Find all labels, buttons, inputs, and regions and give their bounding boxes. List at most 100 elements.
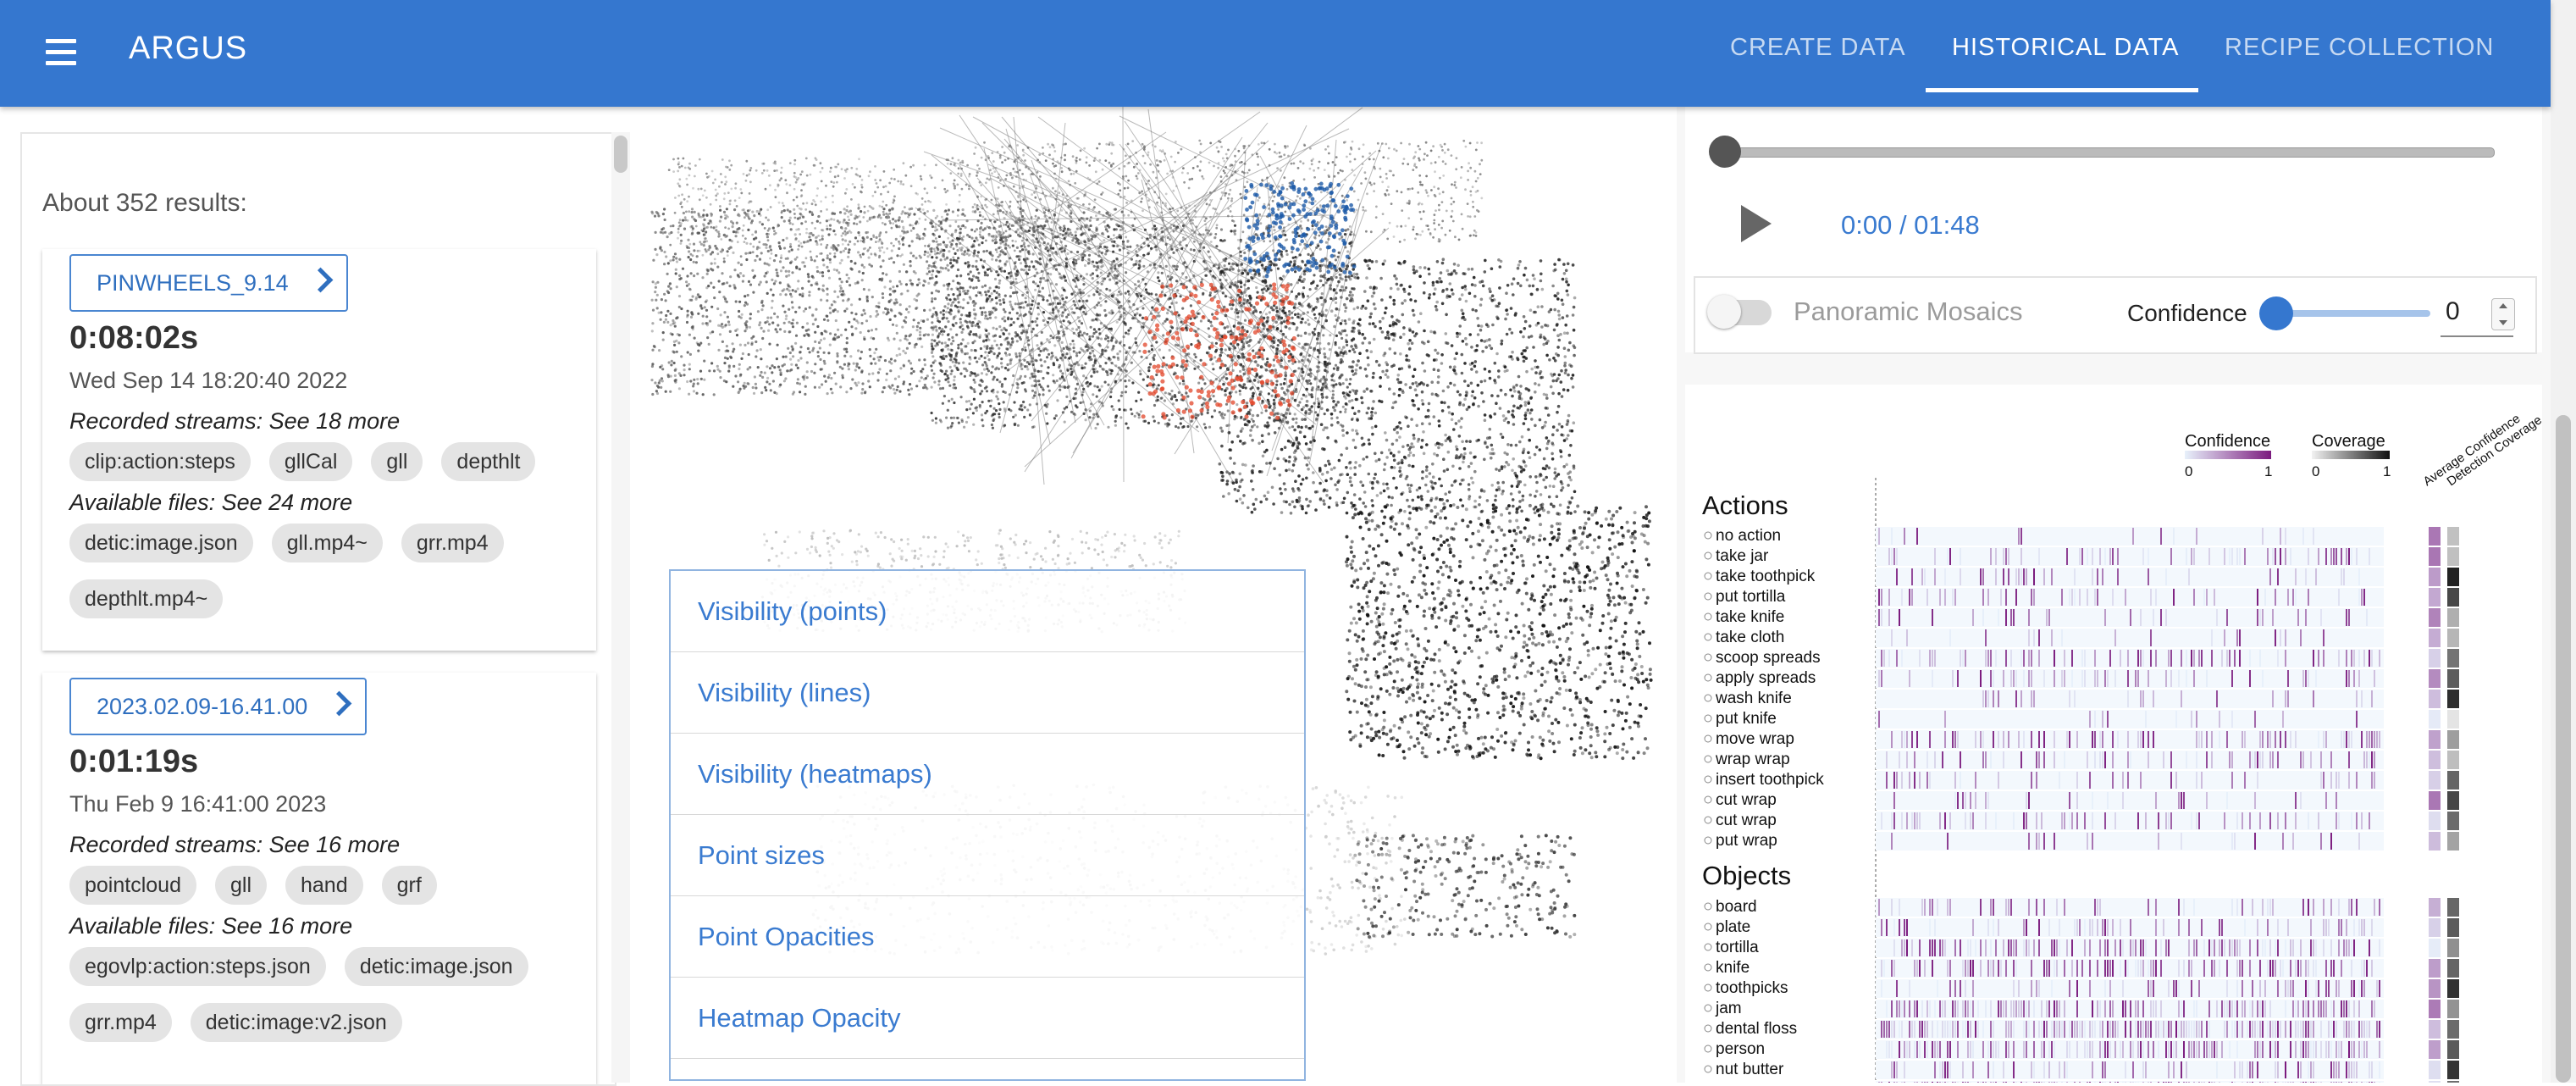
file-chip[interactable]: grr.mp4 [401, 524, 504, 562]
pointcloud-point [868, 385, 871, 389]
pointcloud-point [1136, 344, 1139, 347]
pointcloud-point [732, 350, 735, 353]
pointcloud-point [940, 341, 944, 345]
pointcloud-point [1298, 401, 1302, 404]
stream-chip[interactable]: pointcloud [69, 866, 196, 905]
chevron-right-icon [307, 267, 333, 293]
pointcloud-point [1060, 375, 1064, 379]
pointcloud-point [875, 309, 878, 313]
pointcloud-point [1239, 369, 1242, 373]
pointcloud-point [1473, 364, 1477, 368]
pointcloud-point [1450, 418, 1454, 422]
results-scrollbar[interactable] [611, 132, 630, 1083]
pointcloud-point [727, 369, 731, 373]
pointcloud-point [1039, 349, 1042, 352]
pointcloud-point [918, 380, 921, 383]
pointcloud-point [790, 295, 793, 298]
pointcloud-point [1153, 357, 1156, 362]
pointcloud-point [961, 328, 965, 331]
pointcloud-point [1304, 321, 1307, 324]
file-chip[interactable]: detic:image:v2.json [190, 1003, 402, 1042]
file-chip[interactable]: grr.mp4 [69, 1003, 172, 1042]
pointcloud-point [774, 280, 777, 283]
pointcloud-point [1118, 407, 1121, 411]
pointcloud-point [843, 219, 846, 222]
pointcloud-point [1261, 291, 1265, 295]
pointcloud-point [669, 287, 672, 291]
stream-chip[interactable]: gllCal [268, 442, 353, 481]
pointcloud-point [1243, 251, 1247, 255]
pointcloud-point [1562, 388, 1566, 391]
pointcloud-point [1111, 346, 1115, 350]
page-scrollbar-thumb[interactable] [2556, 415, 2571, 1083]
hamburger-menu-icon[interactable] [37, 30, 85, 75]
tab-historical-data[interactable]: HISTORICAL DATA [1952, 34, 2180, 62]
pointcloud-point [977, 243, 981, 247]
stream-chip[interactable]: grf [381, 866, 437, 905]
file-chip[interactable]: egovlp:action:steps.json [69, 947, 326, 986]
pointcloud-point [744, 295, 747, 298]
recording-open-button[interactable]: PINWHEELS_9.14 [69, 254, 348, 312]
pointcloud-point [829, 387, 832, 391]
pointcloud-point [860, 279, 864, 282]
file-chip[interactable]: gll.mp4~ [271, 524, 383, 562]
pointcloud-point [852, 362, 855, 365]
stream-chip[interactable]: hand [285, 866, 363, 905]
pointcloud-point [989, 350, 992, 353]
pointcloud-point [984, 311, 987, 314]
pointcloud-point [1133, 414, 1136, 418]
pointcloud-point [1437, 375, 1440, 379]
pointcloud-point [987, 290, 990, 293]
pointcloud-point [986, 409, 989, 413]
pointcloud-point [854, 327, 858, 330]
stream-chip[interactable]: gll [214, 866, 267, 905]
pointcloud-point [1203, 382, 1207, 385]
pointcloud-point [992, 407, 996, 410]
recording-open-button[interactable]: 2023.02.09-16.41.00 [69, 678, 368, 735]
pointcloud-point [931, 269, 935, 273]
pointcloud-point [902, 349, 905, 352]
pointcloud-point [1015, 355, 1019, 358]
pointcloud-point [1018, 335, 1021, 339]
pointcloud-point [1560, 425, 1564, 429]
pointcloud-point [1075, 307, 1079, 310]
stream-chip[interactable]: clip:action:steps [69, 442, 251, 481]
pointcloud-point [814, 363, 817, 366]
pointcloud-point [1405, 358, 1408, 362]
page-scrollbar[interactable] [2551, 0, 2576, 1083]
stream-chip[interactable]: depthlt [441, 442, 536, 481]
file-chip[interactable]: depthlt.mp4~ [69, 579, 224, 618]
file-chip[interactable]: detic:image.json [344, 947, 528, 986]
pointcloud-point [960, 313, 964, 317]
pointcloud-point [1309, 304, 1313, 308]
pointcloud-point [1284, 233, 1287, 237]
file-chip[interactable]: detic:image.json [69, 524, 253, 562]
pointcloud-point [651, 308, 655, 312]
pointcloud-point [1124, 291, 1127, 295]
pointcloud-point [778, 368, 782, 372]
pointcloud-point [1139, 410, 1142, 413]
pointcloud-point [1036, 317, 1039, 320]
pointcloud-point [951, 264, 954, 268]
pointcloud-point [688, 352, 692, 356]
pointcloud-point [1520, 509, 1523, 513]
pointcloud-point [1304, 424, 1308, 429]
tab-create-data[interactable]: CREATE DATA [1730, 34, 1906, 62]
pointcloud-point [1557, 317, 1562, 321]
tab-recipe-collection[interactable]: RECIPE COLLECTION [2225, 34, 2494, 62]
pointcloud-point [1338, 273, 1341, 276]
stream-chip[interactable]: gll [371, 442, 423, 481]
pointcloud-point [1408, 511, 1412, 515]
pointcloud-viewer[interactable]: Visibility (points) Visibility (lines) V… [635, 107, 1677, 1083]
pointcloud-point [1003, 269, 1006, 273]
pointcloud-point [1116, 274, 1119, 278]
pointcloud-point [1110, 294, 1114, 297]
pointcloud-point [742, 384, 745, 388]
pointcloud-point [804, 329, 808, 332]
pointcloud-point [678, 258, 682, 261]
pointcloud-point [1356, 306, 1360, 309]
pointcloud-point [687, 238, 690, 241]
pointcloud-point [1329, 309, 1334, 313]
pointcloud-point [1550, 502, 1553, 506]
results-scrollbar-thumb[interactable] [614, 136, 627, 173]
